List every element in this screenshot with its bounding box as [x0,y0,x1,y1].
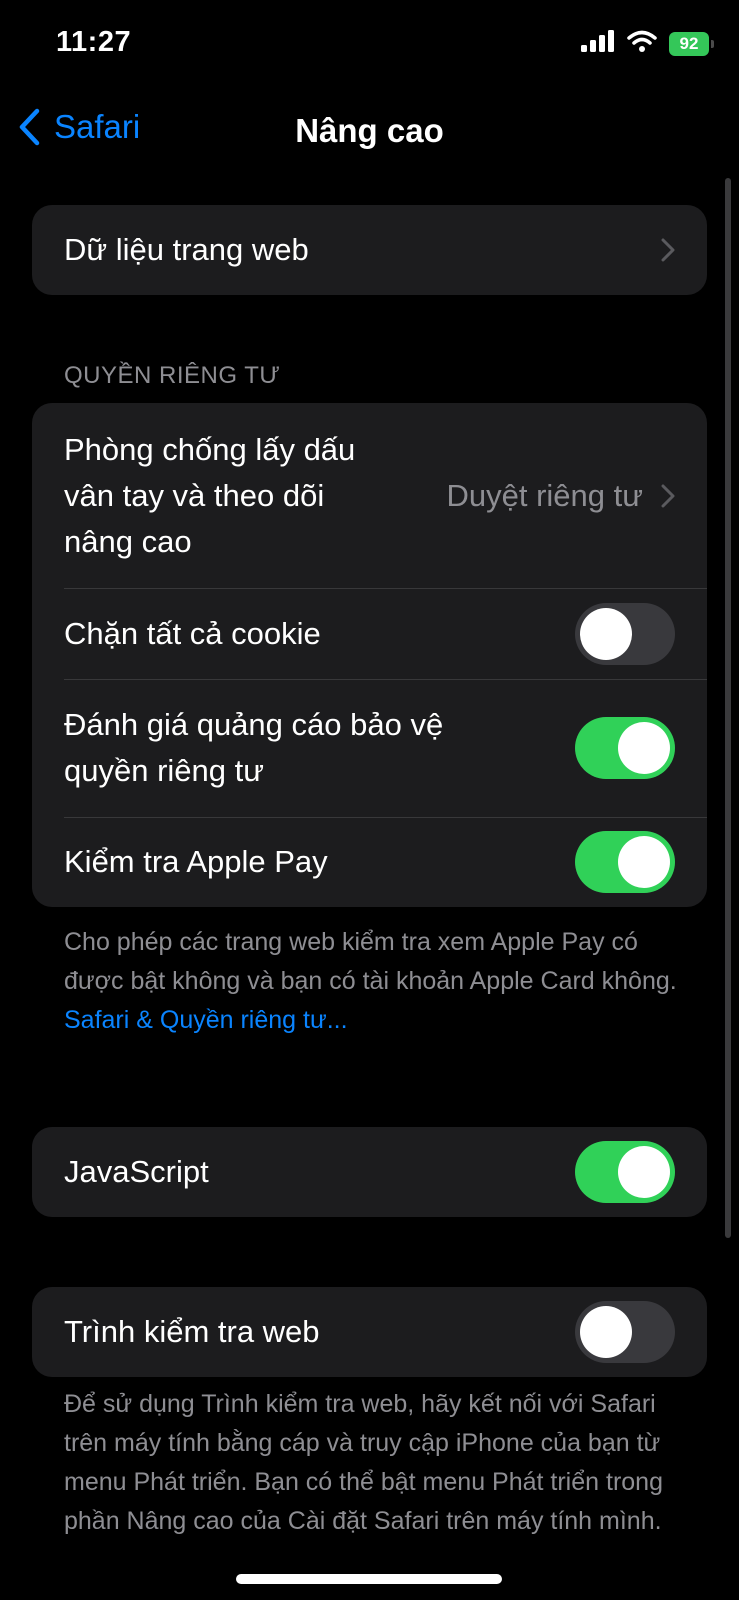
block-cookies-label: Chặn tất cả cookie [64,615,321,651]
page-title: Nâng cao [295,112,444,149]
web-inspector-label: Trình kiểm tra web [64,1314,320,1349]
ad-measurement-row: Đánh giá quảng cáo bảo vệ quyền riêng tư [32,679,707,817]
toggle-knob [580,1306,632,1358]
javascript-group: JavaScript [32,1127,707,1217]
website-data-group: Dữ liệu trang web [32,205,707,295]
web-inspector-group: Trình kiểm tra web [32,1287,707,1377]
website-data-label: Dữ liệu trang web [64,232,309,267]
website-data-row[interactable]: Dữ liệu trang web [32,205,707,295]
web-inspector-row: Trình kiểm tra web [32,1287,707,1377]
navigation-bar: Safari Nâng cao [0,100,739,160]
home-indicator[interactable] [236,1574,502,1584]
javascript-toggle[interactable] [575,1141,675,1203]
toggle-knob [618,836,670,888]
ad-measurement-label: Đánh giá quảng cáo bảo vệ quyền riêng tư [64,707,444,788]
chevron-right-icon [661,484,675,508]
toggle-knob [618,722,670,774]
ad-measurement-toggle[interactable] [575,717,675,779]
block-cookies-row: Chặn tất cả cookie [32,588,707,679]
safari-privacy-link[interactable]: Safari & Quyền riêng tư... [64,1001,684,1040]
toggle-knob [580,607,632,660]
fingerprint-protection-value: Duyệt riêng tư [446,477,643,513]
fingerprint-protection-label: Phòng chống lấy dấu vân tay và theo dõi … [64,431,356,559]
javascript-row: JavaScript [32,1127,707,1217]
status-bar: 11:27 92 [0,0,739,90]
privacy-group: Phòng chống lấy dấu vân tay và theo dõi … [32,403,707,907]
apple-pay-check-row: Kiểm tra Apple Pay [32,817,707,907]
javascript-label: JavaScript [64,1154,209,1189]
wifi-icon [627,30,657,57]
chevron-right-icon [661,238,675,262]
signal-icon [581,30,615,57]
battery-level: 92 [679,33,699,53]
fingerprint-protection-row[interactable]: Phòng chống lấy dấu vân tay và theo dõi … [32,403,707,588]
status-time: 11:27 [56,26,132,58]
block-cookies-toggle[interactable] [575,602,675,665]
apple-pay-check-label: Kiểm tra Apple Pay [64,844,328,879]
battery-icon: 92 [669,31,714,56]
web-inspector-footer: Để sử dụng Trình kiểm tra web, hãy kết n… [64,1390,663,1535]
toggle-knob [618,1146,670,1198]
web-inspector-toggle[interactable] [575,1301,675,1363]
privacy-section-header: QUYỀN RIÊNG TƯ [64,362,281,389]
privacy-footer: Cho phép các trang web kiểm tra xem Appl… [64,923,684,1040]
apple-pay-check-toggle[interactable] [575,831,675,893]
privacy-footer-text: Cho phép các trang web kiểm tra xem Appl… [64,928,677,995]
scroll-indicator[interactable] [725,178,731,1238]
status-icons: 92 [581,30,714,57]
